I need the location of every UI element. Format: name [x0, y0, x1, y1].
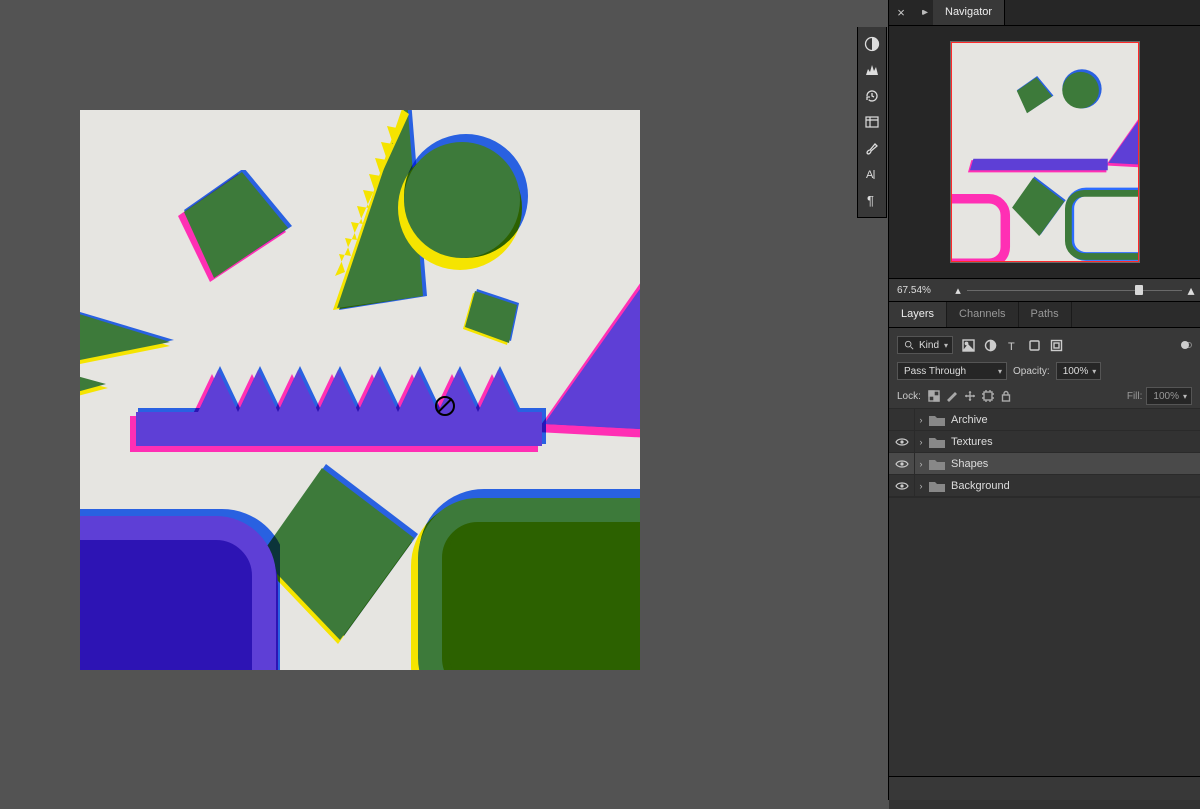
- fill-value: 100%: [1153, 391, 1179, 402]
- layer-row[interactable]: › Background: [889, 475, 1200, 497]
- layer-filter-dropdown[interactable]: Kind ▾: [897, 336, 953, 354]
- chevron-down-icon: ▾: [998, 367, 1002, 376]
- expand-caret-icon[interactable]: ›: [915, 481, 927, 491]
- folder-icon: [929, 480, 945, 492]
- navigator-thumbnail-art: [951, 42, 1140, 263]
- zoom-in-icon[interactable]: ▴: [1182, 282, 1200, 299]
- eye-icon: [895, 437, 909, 447]
- zoom-slider[interactable]: [967, 283, 1182, 297]
- lock-transparency-icon[interactable]: [927, 389, 941, 403]
- panel-icon-histogram[interactable]: [857, 57, 887, 83]
- navigator-zoom-bar: 67.54% ▴ ▴: [889, 278, 1200, 302]
- no-drop-cursor-icon: [435, 396, 455, 416]
- expand-caret-icon[interactable]: ›: [915, 437, 927, 447]
- layer-row[interactable]: › Textures: [889, 431, 1200, 453]
- navigator-tabbar: × ▸▸ Navigator: [889, 0, 1200, 26]
- zoom-slider-knob[interactable]: [1135, 285, 1143, 295]
- tab-channels[interactable]: Channels: [947, 302, 1018, 327]
- layer-name[interactable]: Textures: [951, 436, 993, 448]
- filter-smartobject-icon[interactable]: [1047, 336, 1065, 354]
- layer-name[interactable]: Shapes: [951, 458, 988, 470]
- shape-roundrect-bottomright: [400, 480, 640, 670]
- navigator-thumbnail[interactable]: [950, 41, 1140, 263]
- opacity-value: 100%: [1063, 366, 1089, 377]
- layer-filter-label: Kind: [919, 340, 939, 351]
- layers-tabbar: Layers Channels Paths: [889, 302, 1200, 328]
- zoom-out-icon[interactable]: ▴: [949, 284, 967, 297]
- layer-name[interactable]: Background: [951, 480, 1010, 492]
- layer-row[interactable]: › Shapes: [889, 453, 1200, 475]
- visibility-toggle[interactable]: [889, 475, 915, 496]
- shape-roundrect-bottomleft: [80, 500, 280, 670]
- opacity-dropdown[interactable]: 100% ▾: [1056, 362, 1102, 380]
- tab-paths[interactable]: Paths: [1019, 302, 1072, 327]
- navigator-preview-area: [889, 26, 1200, 278]
- lock-pixels-icon[interactable]: [945, 389, 959, 403]
- zoom-percent-label[interactable]: 67.54%: [889, 285, 949, 296]
- shape-zigzag-strip: [120, 360, 550, 470]
- filter-adjustment-icon[interactable]: [981, 336, 999, 354]
- document-canvas[interactable]: [80, 110, 640, 670]
- chevron-down-icon: ▾: [1183, 392, 1187, 401]
- tab-navigator[interactable]: Navigator: [933, 0, 1005, 25]
- tab-layers[interactable]: Layers: [889, 302, 947, 327]
- filter-shape-icon[interactable]: [1025, 336, 1043, 354]
- chevron-down-icon: ▾: [944, 341, 948, 350]
- filter-toggle-switch[interactable]: [1182, 342, 1192, 348]
- layer-name[interactable]: Archive: [951, 414, 988, 426]
- visibility-toggle[interactable]: [889, 409, 915, 430]
- collapsed-panel-strip: A ¶: [857, 27, 887, 218]
- svg-text:A: A: [866, 169, 874, 181]
- fill-dropdown[interactable]: 100% ▾: [1146, 387, 1192, 405]
- search-icon: [904, 340, 914, 350]
- opacity-label: Opacity:: [1013, 366, 1050, 377]
- layer-filter-type-icons: T: [959, 336, 1065, 354]
- right-panel-dock: × ▸▸ Navigator: [888, 0, 1200, 800]
- panel-icon-history[interactable]: [857, 83, 887, 109]
- filter-type-icon[interactable]: T: [1003, 336, 1021, 354]
- panel-icon-properties[interactable]: [857, 109, 887, 135]
- lock-all-icon[interactable]: [999, 389, 1013, 403]
- filter-pixel-icon[interactable]: [959, 336, 977, 354]
- fill-label: Fill:: [1127, 391, 1143, 402]
- panel-icon-brushes[interactable]: [857, 135, 887, 161]
- expand-caret-icon[interactable]: ›: [915, 459, 927, 469]
- panel-icon-adjustments[interactable]: [857, 31, 887, 57]
- layers-controls: Kind ▾ T Pass Through ▾ Opacity: 100% ▾: [889, 328, 1200, 409]
- expand-panel-icon[interactable]: ▸▸: [913, 0, 933, 25]
- panel-icon-character[interactable]: A: [857, 161, 887, 187]
- svg-text:¶: ¶: [867, 193, 874, 208]
- shape-quad-topleft: [170, 170, 300, 290]
- chevron-down-icon: ▾: [1092, 367, 1096, 376]
- folder-icon: [929, 436, 945, 448]
- expand-caret-icon[interactable]: ›: [915, 415, 927, 425]
- panel-status-bar: [889, 776, 1200, 800]
- eye-icon: [895, 459, 909, 469]
- layers-empty-area: [889, 497, 1200, 809]
- layer-list: › Archive › Textures › Shapes: [889, 409, 1200, 497]
- visibility-toggle[interactable]: [889, 453, 915, 474]
- visibility-toggle[interactable]: [889, 431, 915, 452]
- layer-row[interactable]: › Archive: [889, 409, 1200, 431]
- eye-icon: [895, 481, 909, 491]
- folder-icon: [929, 414, 945, 426]
- lock-label: Lock:: [897, 391, 921, 402]
- svg-text:T: T: [1008, 341, 1015, 352]
- lock-artboard-icon[interactable]: [981, 389, 995, 403]
- close-panel-icon[interactable]: ×: [889, 0, 913, 25]
- lock-position-icon[interactable]: [963, 389, 977, 403]
- panel-icon-paragraph[interactable]: ¶: [857, 187, 887, 213]
- folder-icon: [929, 458, 945, 470]
- blend-mode-dropdown[interactable]: Pass Through ▾: [897, 362, 1007, 380]
- blend-mode-value: Pass Through: [904, 366, 966, 377]
